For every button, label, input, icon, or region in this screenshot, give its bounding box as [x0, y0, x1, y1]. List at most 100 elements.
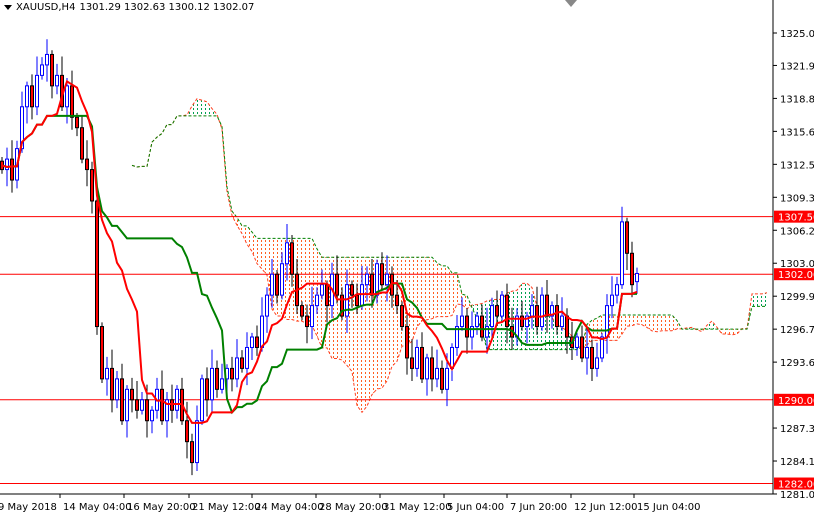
bull-candle [620, 221, 624, 286]
bull-candle [270, 273, 274, 296]
bear-candle [590, 346, 594, 369]
cloud-segment [207, 101, 212, 116]
bear-candle [355, 294, 359, 307]
cloud-segment [202, 100, 207, 116]
bull-candle [445, 367, 449, 390]
cloud-segment [192, 98, 197, 116]
bear-candle [30, 85, 34, 108]
cloud-segment [262, 238, 267, 276]
price-tick-label: 1287.30 [780, 424, 814, 435]
cloud-segment [352, 257, 357, 406]
bull-candle [315, 294, 319, 307]
bear-candle [305, 315, 309, 328]
price-axis: 1325.05 1321.95 1318.80 1315.65 1312.50 1309.… [773, 29, 814, 501]
bull-candle [385, 273, 389, 286]
bull-candle [280, 263, 284, 296]
level-price-label: 1307.50 [778, 213, 814, 224]
cloud-segment [627, 315, 632, 327]
bull-candle [210, 367, 214, 401]
price-chart[interactable]: 1325.05 1321.95 1318.80 1315.65 1312.50 1309.… [0, 0, 814, 514]
bear-candle [420, 346, 424, 380]
dropdown-triangle-icon[interactable] [4, 5, 12, 10]
bear-candle [10, 158, 14, 181]
price-tick-label: 1309.35 [780, 193, 814, 204]
time-axis: 9 May 2018 14 May 04:0016 May 20:0021 May… [0, 494, 701, 513]
cloud-segment [452, 272, 457, 316]
chart-header: XAUUSD,H4 1301.29 1302.63 1300.12 1302.0… [4, 2, 254, 13]
bear-candle [350, 284, 354, 296]
bull-candle [450, 346, 454, 369]
price-tick-label: 1315.65 [780, 127, 814, 138]
bear-candle [370, 273, 374, 296]
bear-candle [85, 158, 89, 171]
bull-candle [195, 420, 199, 464]
cloud-segment [427, 257, 432, 320]
bull-candle [200, 378, 204, 422]
chart-shift-marker-icon[interactable] [565, 0, 577, 7]
bull-candle [265, 294, 269, 317]
bear-candle [215, 367, 219, 390]
level-price-label: 1290.00 [778, 396, 814, 407]
bull-candle [470, 326, 474, 338]
time-tick-label: 21 May 12:00 [192, 502, 261, 513]
bull-candle [320, 284, 324, 296]
cloud-segment [237, 217, 242, 234]
bear-candle [430, 357, 434, 380]
bear-candle [120, 378, 124, 422]
cloud-segment [442, 265, 447, 317]
cloud-segment [667, 315, 672, 331]
bear-candle [480, 315, 484, 338]
bear-candle [100, 326, 104, 380]
bull-candle [500, 294, 504, 317]
bear-candle [160, 388, 164, 422]
price-tick-label: 1284.15 [780, 457, 814, 468]
bull-candle [25, 85, 29, 108]
bear-candle [580, 336, 584, 359]
bear-candle [495, 305, 499, 317]
bear-candle [300, 305, 304, 317]
bull-candle [140, 399, 144, 411]
bull-candle [55, 74, 59, 87]
bull-candle [260, 315, 264, 348]
price-tick-label: 1312.50 [780, 160, 814, 171]
ohlc-label: 1301.29 1302.63 1300.12 1302.07 [79, 2, 255, 13]
bear-candle [170, 399, 174, 411]
time-tick-label: 31 May 12:00 [383, 502, 452, 513]
bull-candle [475, 315, 479, 328]
cloud-segment [752, 293, 757, 307]
cloud-segment [662, 315, 667, 331]
cloud-segment [557, 324, 562, 350]
cloud-segment [437, 262, 442, 317]
bear-candle [95, 200, 99, 328]
bear-candle [185, 420, 189, 443]
bear-candle [555, 305, 559, 328]
symbol-label: XAUUSD,H4 [16, 2, 76, 13]
bull-candle [310, 305, 314, 328]
level-price-label: 1302.00 [778, 270, 814, 281]
bull-candle [530, 305, 534, 317]
cloud-segment [712, 321, 717, 330]
price-tick-label: 1325.05 [780, 29, 814, 40]
bear-candle [145, 399, 149, 422]
cloud-segment [757, 293, 762, 307]
bull-candle [360, 284, 364, 307]
bull-candle [375, 263, 379, 296]
cloud-segment [332, 257, 337, 359]
cloud-segment [197, 98, 202, 116]
bear-candle [50, 53, 54, 87]
bull-candle [115, 378, 119, 401]
price-tick-label: 1306.20 [780, 226, 814, 237]
bear-candle [255, 336, 259, 348]
bull-candle [585, 346, 589, 359]
time-tick-label: 15 Jun 04:00 [637, 502, 701, 513]
bear-candle [240, 357, 244, 369]
bull-candle [615, 284, 619, 296]
bear-candle [325, 284, 329, 307]
cloud-segment [652, 315, 657, 332]
cloud-segment [657, 315, 662, 332]
bull-candle [105, 367, 109, 380]
time-tick-label: 7 Jun 20:00 [510, 502, 567, 513]
bear-candle [135, 399, 139, 411]
cloud-segment [622, 315, 627, 335]
bull-candle [490, 305, 494, 328]
